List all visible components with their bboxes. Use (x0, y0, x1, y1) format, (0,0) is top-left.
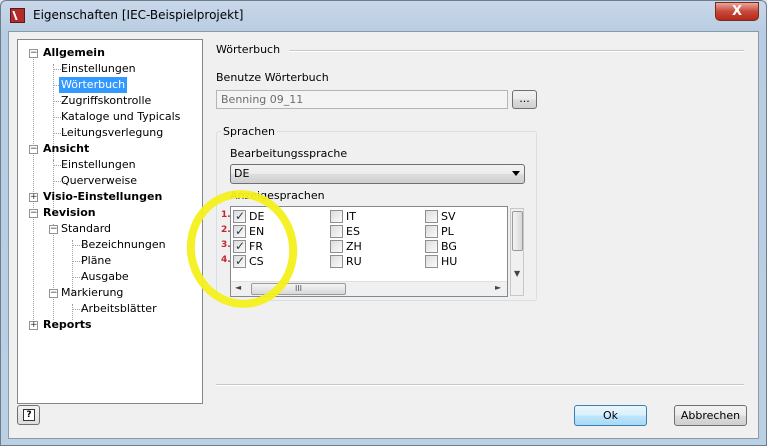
tree-item-ansicht[interactable]: Ansicht (43, 141, 89, 157)
tree-item-woerterbuch[interactable]: Wörterbuch (59, 77, 128, 93)
checkbox-hu[interactable] (425, 255, 438, 268)
tree-item-arbeitsblaetter[interactable]: Arbeitsblätter (81, 301, 157, 317)
tree-item-allgemein-einstellungen[interactable]: Einstellungen (61, 61, 136, 77)
checkbox-it[interactable] (330, 210, 343, 223)
tree-connector (53, 224, 54, 320)
scroll-right-icon[interactable]: ► (495, 283, 501, 292)
editing-language-value: DE (234, 167, 250, 180)
dialog-client-area: − − + − − − + Allgemein Einstellungen Wö… (8, 31, 759, 439)
checkbox-bg[interactable] (425, 240, 438, 253)
dictionary-field[interactable]: Benning 09_11 (216, 90, 508, 109)
tree-item-plaene[interactable]: Pläne (81, 253, 111, 269)
window-title: Eigenschaften [IEC-Beispielprojekt] (33, 8, 244, 22)
tree-item-visio-einstellungen[interactable]: Visio-Einstellungen (43, 189, 162, 205)
tree-item-ansicht-einstellungen[interactable]: Einstellungen (61, 157, 136, 173)
collapse-icon[interactable]: − (29, 209, 38, 218)
tree-item-kataloge[interactable]: Kataloge und Typicals (61, 109, 180, 125)
editing-language-label: Bearbeitungssprache (230, 147, 348, 160)
expand-icon[interactable]: + (29, 193, 38, 202)
scroll-down-icon[interactable]: ▼ (514, 269, 520, 278)
panel-bottom-divider (216, 384, 744, 386)
properties-window: Eigenschaften [IEC-Beispielprojekt] X − … (0, 0, 767, 446)
section-divider (289, 50, 744, 52)
editing-language-select[interactable]: DE (230, 164, 525, 184)
cancel-button[interactable]: Abbrechen (674, 405, 747, 426)
collapse-icon[interactable]: − (29, 49, 38, 58)
tree-item-allgemein[interactable]: Allgemein (43, 45, 105, 61)
tree-item-revision[interactable]: Revision (43, 205, 96, 221)
tree-item-querverweise[interactable]: Querverweise (61, 173, 137, 189)
tree-item-markierung[interactable]: Markierung (61, 285, 123, 301)
languages-group-label: Sprachen (221, 125, 277, 138)
ok-button[interactable]: Ok (574, 405, 647, 426)
section-title: Wörterbuch (216, 43, 281, 56)
tree-item-bezeichnungen[interactable]: Bezeichnungen (81, 237, 166, 253)
tree-item-ausgabe[interactable]: Ausgabe (81, 269, 129, 285)
title-bar[interactable]: Eigenschaften [IEC-Beispielprojekt] X (1, 1, 766, 31)
chevron-down-icon (512, 171, 520, 176)
collapse-icon[interactable]: − (29, 145, 38, 154)
checkbox-pl[interactable] (425, 225, 438, 238)
app-logo-icon (10, 8, 25, 23)
checkbox-es[interactable] (330, 225, 343, 238)
vertical-scrollbar[interactable]: ▼ (510, 208, 524, 296)
checkbox-ru[interactable] (330, 255, 343, 268)
collapse-icon[interactable]: − (49, 225, 58, 234)
collapse-icon[interactable]: − (49, 289, 58, 298)
help-icon: ? (23, 409, 35, 421)
settings-tree[interactable]: − − + − − − + Allgemein Einstellungen Wö… (17, 39, 203, 404)
tree-item-zugriffskontrolle[interactable]: Zugriffskontrolle (61, 93, 151, 109)
tree-item-reports[interactable]: Reports (43, 317, 92, 333)
expand-icon[interactable]: + (29, 321, 38, 330)
browse-dictionary-button[interactable]: ... (512, 90, 537, 109)
vertical-scroll-thumb[interactable] (512, 211, 523, 251)
dictionary-label: Benutze Wörterbuch (216, 71, 329, 84)
checkbox-sv[interactable] (425, 210, 438, 223)
tree-item-leitungsverlegung[interactable]: Leitungsverlegung (61, 125, 163, 141)
help-button[interactable]: ? (17, 405, 40, 425)
tree-item-standard[interactable]: Standard (61, 221, 111, 237)
close-button[interactable]: X (715, 2, 759, 21)
checkbox-zh[interactable] (330, 240, 343, 253)
